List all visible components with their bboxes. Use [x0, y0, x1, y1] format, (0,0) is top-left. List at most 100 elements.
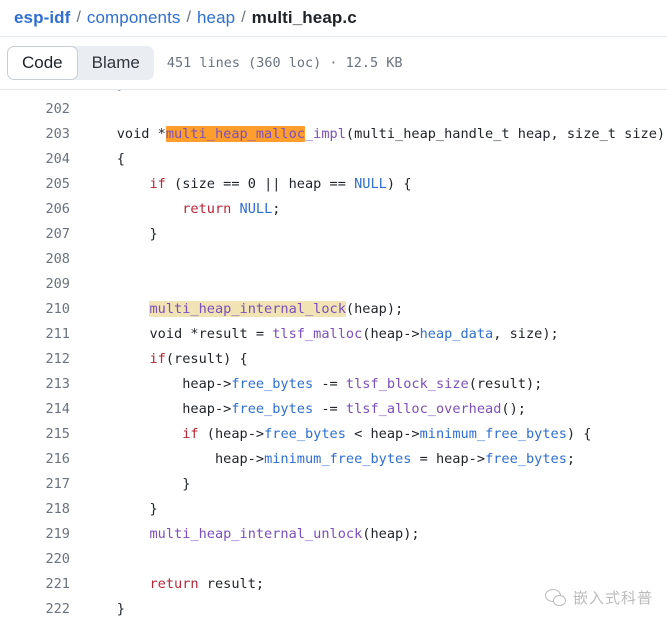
code-token: if	[149, 350, 166, 367]
line-number[interactable]: 209	[0, 276, 84, 292]
code-line: 219 multi_heap_internal_unlock(heap);	[0, 521, 667, 546]
code-token: tlsf_block_size	[345, 375, 469, 392]
tab-code[interactable]: Code	[7, 46, 78, 80]
code-line-content: heap->minimum_free_bytes = heap->free_by…	[84, 451, 575, 467]
line-number[interactable]: 204	[0, 151, 84, 167]
line-number[interactable]: 203	[0, 126, 84, 142]
code-token: free_bytes	[231, 375, 314, 392]
line-number[interactable]: 220	[0, 551, 84, 567]
code-viewer[interactable]: } 202 203 void *multi_heap_malloc_impl(mul…	[0, 90, 667, 624]
view-mode-switch: Code Blame	[7, 46, 154, 80]
line-number[interactable]: 217	[0, 476, 84, 492]
code-line-content: multi_heap_internal_unlock(heap);	[84, 525, 420, 542]
code-token: heap->	[84, 375, 232, 392]
file-meta-text: 451 lines (360 loc) · 12.5 KB	[166, 55, 403, 71]
code-line: 208	[0, 246, 667, 271]
code-line-content: if (size == 0 || heap == NULL) {	[84, 176, 411, 192]
code-token: void *	[84, 125, 166, 142]
code-token: (multi_heap_handle_t heap, size_t size)	[345, 125, 666, 142]
code-token: (result);	[468, 375, 543, 392]
code-token: NULL	[354, 175, 387, 192]
code-token: free_bytes	[264, 425, 346, 442]
code-token: (heap->	[198, 425, 265, 442]
code-token: < heap->	[345, 425, 420, 442]
breadcrumb: esp-idf / components / heap / multi_heap…	[0, 0, 667, 37]
code-token: NULL	[239, 200, 273, 217]
code-line: 209	[0, 271, 667, 296]
code-lines-container: } 202 203 void *multi_heap_malloc_impl(mul…	[0, 90, 667, 621]
code-token: if	[149, 175, 166, 192]
code-line-content: return NULL;	[84, 201, 280, 217]
code-line-content: }	[84, 226, 157, 242]
breadcrumb-separator: /	[241, 9, 246, 26]
line-number[interactable]: 214	[0, 401, 84, 417]
code-line: 211 void *result = tlsf_malloc(heap->hea…	[0, 321, 667, 346]
code-line-content: }	[84, 501, 157, 517]
line-number[interactable]: 222	[0, 601, 84, 617]
code-token: void *result =	[84, 325, 273, 342]
code-line-content: return result;	[84, 576, 264, 592]
code-token: tlsf_alloc_overhead	[345, 400, 502, 417]
line-number[interactable]: 211	[0, 326, 84, 342]
line-number[interactable]: 215	[0, 426, 84, 442]
breadcrumb-separator: /	[186, 9, 191, 26]
code-token-highlighted: multi_heap_internal_lock	[149, 300, 346, 317]
code-line: 205 if (size == 0 || heap == NULL) {	[0, 171, 667, 196]
code-line: 202	[0, 96, 667, 121]
code-line: 212 if(result) {	[0, 346, 667, 371]
code-line: 206 return NULL;	[0, 196, 667, 221]
breadcrumb-item-components[interactable]: components	[87, 8, 181, 28]
breadcrumb-item-repo[interactable]: esp-idf	[14, 8, 70, 28]
code-token: result;	[198, 575, 265, 592]
code-token: multi_heap_internal_unlock	[149, 525, 363, 542]
code-line: 214 heap->free_bytes -= tlsf_alloc_overh…	[0, 396, 667, 421]
code-token: ) {	[566, 425, 592, 442]
code-line-content: heap->free_bytes -= tlsf_alloc_overhead(…	[84, 401, 526, 417]
tab-blame[interactable]: Blame	[78, 46, 154, 80]
code-line: 217 }	[0, 471, 667, 496]
code-token: free_bytes	[231, 400, 314, 417]
line-number[interactable]: 208	[0, 251, 84, 267]
code-token: }	[84, 600, 125, 617]
line-number[interactable]: 205	[0, 176, 84, 192]
code-token: ) {	[386, 175, 412, 192]
code-line-content: multi_heap_internal_lock(heap);	[84, 300, 403, 317]
code-token: minimum_free_bytes	[419, 425, 567, 442]
line-number[interactable]: 213	[0, 376, 84, 392]
code-token-highlighted: multi_heap_malloc	[165, 125, 305, 142]
code-line: 218 }	[0, 496, 667, 521]
code-line: 210 multi_heap_internal_lock(heap);	[0, 296, 667, 321]
code-token: return	[182, 200, 232, 217]
line-number[interactable]: 221	[0, 576, 84, 592]
code-token: (heap->	[362, 325, 420, 342]
code-line-content: {	[84, 151, 125, 167]
code-token: if	[182, 425, 199, 442]
code-token: {	[84, 150, 125, 167]
line-number[interactable]: 202	[0, 101, 84, 117]
breadcrumb-item-heap[interactable]: heap	[197, 8, 235, 28]
line-number[interactable]: 216	[0, 451, 84, 467]
code-line-content: void *multi_heap_malloc_impl(multi_heap_…	[84, 125, 666, 142]
code-token: ;	[566, 450, 576, 467]
line-number[interactable]: 212	[0, 351, 84, 367]
code-token: = heap->	[411, 450, 486, 467]
line-number[interactable]: 207	[0, 226, 84, 242]
line-number[interactable]: 210	[0, 301, 84, 317]
line-number[interactable]: 219	[0, 526, 84, 542]
breadcrumb-separator: /	[76, 9, 81, 26]
code-token: (heap);	[362, 525, 420, 542]
code-token: minimum_free_bytes	[264, 450, 412, 467]
line-number[interactable]: 206	[0, 201, 84, 217]
code-line: 203 void *multi_heap_malloc_impl(multi_h…	[0, 121, 667, 146]
line-number[interactable]: 218	[0, 501, 84, 517]
code-line: 216 heap->minimum_free_bytes = heap->fre…	[0, 446, 667, 471]
code-token: -=	[313, 400, 346, 417]
code-token: heap_data	[419, 325, 494, 342]
code-line-content: void *result = tlsf_malloc(heap->heap_da…	[84, 325, 558, 342]
